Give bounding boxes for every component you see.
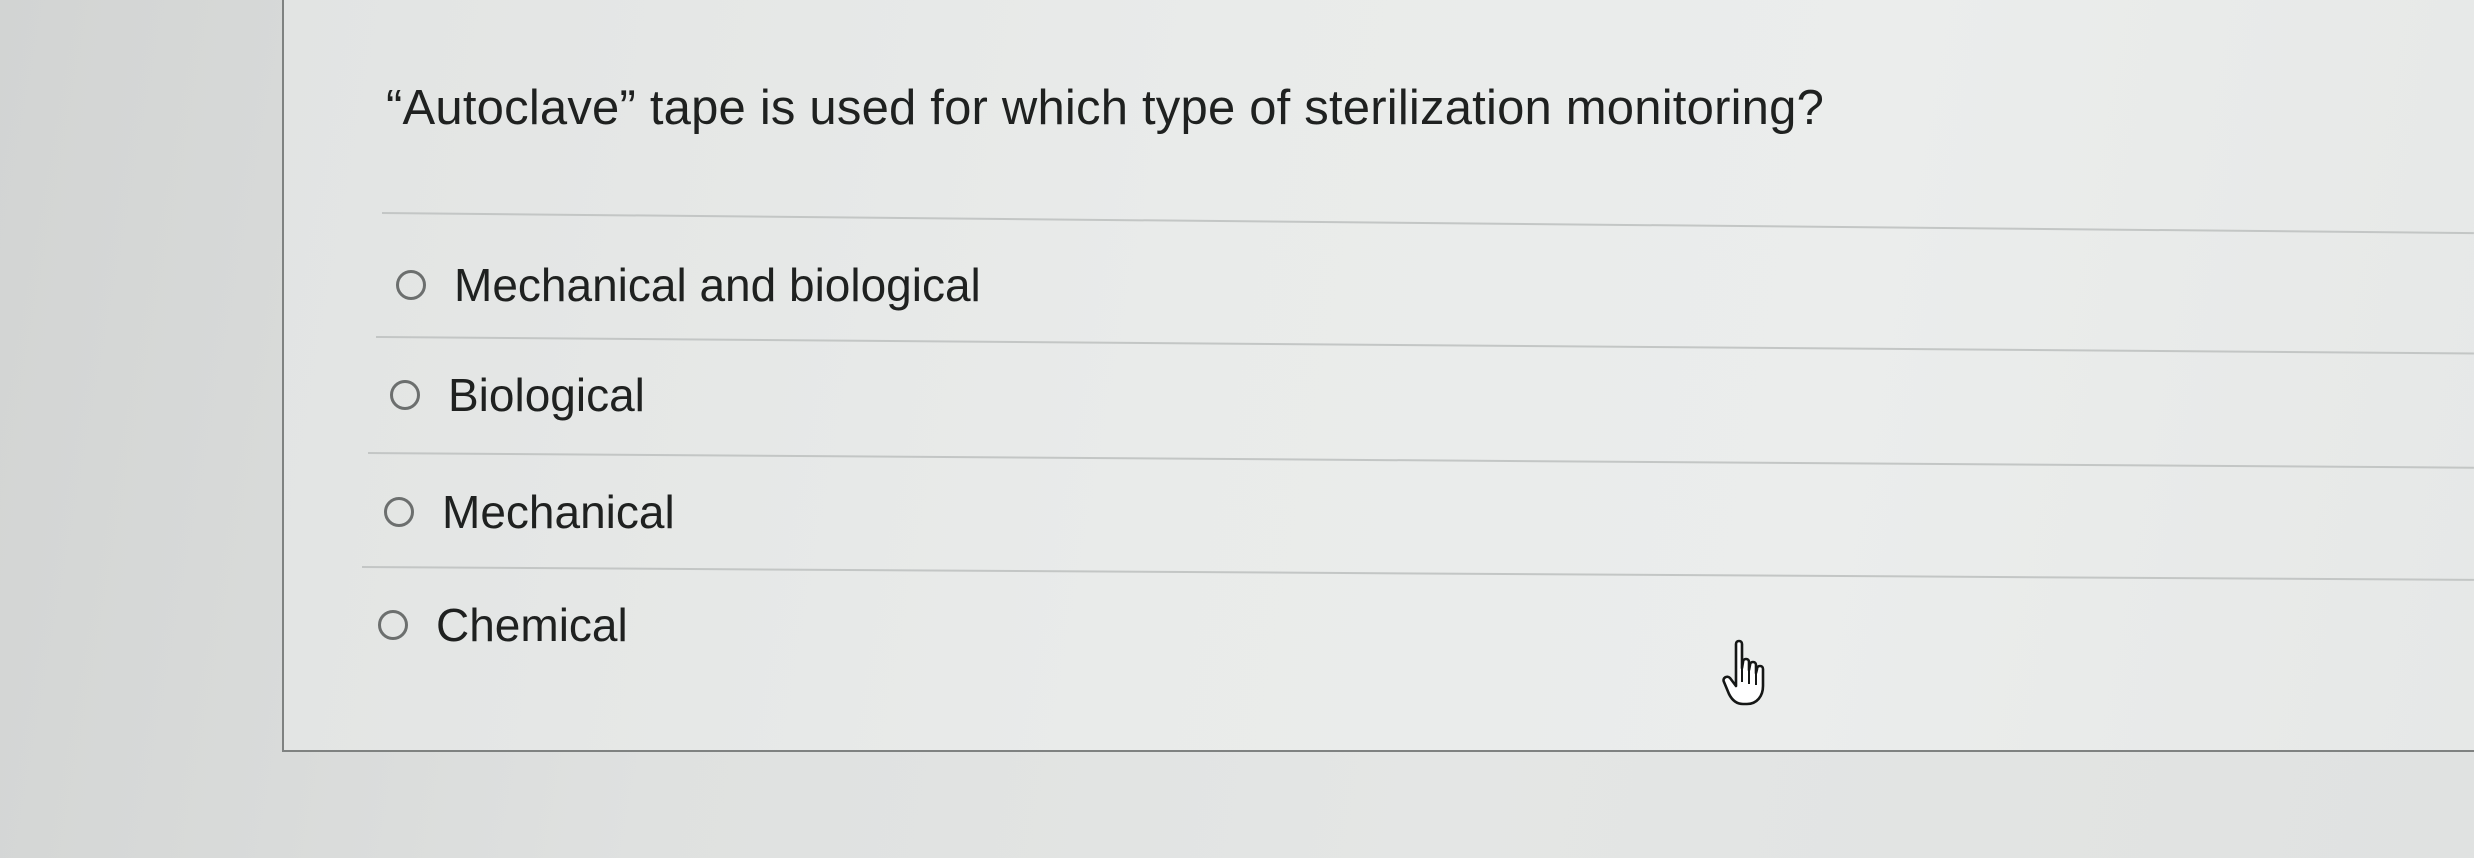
hand-pointer-icon [1722, 639, 1765, 706]
option-mechanical-and-biological[interactable]: Mechanical and biological [396, 258, 981, 312]
option-label: Biological [448, 369, 645, 421]
option-label: Mechanical [442, 486, 675, 538]
option-label: Chemical [436, 599, 628, 651]
radio-button[interactable] [396, 270, 426, 300]
option-biological[interactable]: Biological [390, 368, 645, 422]
option-mechanical[interactable]: Mechanical [384, 485, 675, 539]
radio-button[interactable] [378, 610, 408, 640]
option-chemical[interactable]: Chemical [378, 598, 628, 652]
screen: “Autoclave” tape is used for which type … [0, 0, 2474, 858]
radio-button[interactable] [384, 497, 414, 527]
question-text: “Autoclave” tape is used for which type … [386, 81, 1825, 135]
radio-button[interactable] [390, 380, 420, 410]
option-label: Mechanical and biological [454, 259, 981, 311]
